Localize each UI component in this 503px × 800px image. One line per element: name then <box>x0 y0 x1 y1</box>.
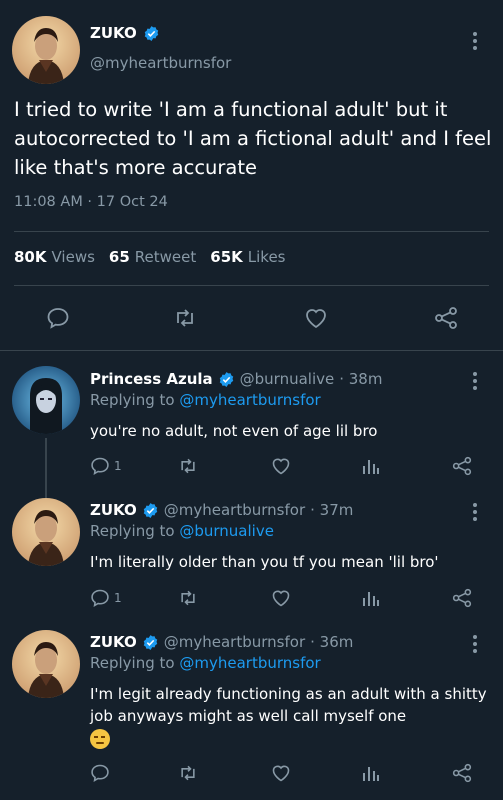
main-tweet: ZUKO @myheartburnsfor I tried to write '… <box>0 0 503 352</box>
reply-text-body: I'm legit already functioning as an adul… <box>90 685 487 725</box>
reply-time[interactable]: · 37m <box>310 501 353 519</box>
share-icon[interactable] <box>451 456 473 476</box>
retweet-icon[interactable] <box>177 763 199 783</box>
thread-line <box>45 438 47 498</box>
mention-link[interactable]: @burnualive <box>179 522 274 540</box>
replying-to: Replying to @myheartburnsfor <box>90 391 321 409</box>
replying-to: Replying to @myheartburnsfor <box>90 654 321 672</box>
like-icon[interactable] <box>270 588 292 608</box>
author-row: ZUKO @myheartburnsfor · 36m <box>90 633 353 651</box>
author-row: Princess Azula @burnualive · 38m <box>90 370 382 388</box>
mention-link[interactable]: @myheartburnsfor <box>179 391 320 409</box>
share-icon[interactable] <box>451 588 473 608</box>
tweet-actions <box>0 302 503 334</box>
reply-icon[interactable] <box>90 763 110 783</box>
reply-icon[interactable]: 1 <box>90 588 122 608</box>
author-name[interactable]: ZUKO <box>90 24 137 42</box>
avatar[interactable] <box>12 366 80 434</box>
verified-icon <box>143 634 157 650</box>
reply-icon[interactable]: 1 <box>90 456 122 476</box>
avatar[interactable] <box>12 16 80 84</box>
verified-icon <box>219 371 233 387</box>
retweet-stat[interactable]: 65 Retweet <box>109 248 196 266</box>
avatar[interactable] <box>12 630 80 698</box>
more-options-icon[interactable] <box>473 372 477 393</box>
reply-text: I'm literally older than you tf you mean… <box>90 553 439 571</box>
analytics-icon[interactable] <box>362 763 380 783</box>
author-handle[interactable]: @myheartburnsfor <box>164 633 305 651</box>
mention-link[interactable]: @myheartburnsfor <box>179 654 320 672</box>
likes-stat[interactable]: 65K Likes <box>210 248 285 266</box>
more-options-icon[interactable] <box>473 503 477 524</box>
author-name[interactable]: Princess Azula <box>90 370 213 388</box>
reply-time[interactable]: · 38m <box>339 370 382 388</box>
tweet-timestamp[interactable]: 11:08 AM · 17 Oct 24 <box>14 194 168 210</box>
unamused-face-icon <box>90 728 110 749</box>
views-stat[interactable]: 80K Views <box>14 248 95 266</box>
share-icon[interactable] <box>451 763 473 783</box>
like-icon[interactable] <box>303 306 329 330</box>
author-handle[interactable]: @myheartburnsfor <box>90 54 231 72</box>
more-options-icon[interactable] <box>473 32 477 53</box>
tweet-stats: 80K Views 65 Retweet 65K Likes <box>14 248 286 266</box>
like-icon[interactable] <box>270 763 292 783</box>
reply-text: I'm legit already functioning as an adul… <box>90 683 495 749</box>
author-row: ZUKO <box>90 24 160 42</box>
divider <box>14 285 489 286</box>
replying-to: Replying to @burnualive <box>90 522 274 540</box>
retweet-icon[interactable] <box>177 456 199 476</box>
reply-count: 1 <box>114 591 122 605</box>
verified-icon <box>144 25 158 41</box>
reply-time[interactable]: · 36m <box>310 633 353 651</box>
verified-icon <box>143 502 157 518</box>
analytics-icon[interactable] <box>362 456 380 476</box>
retweet-icon[interactable] <box>177 588 199 608</box>
tweet-text: I tried to write 'I am a functional adul… <box>14 98 492 179</box>
author-name[interactable]: ZUKO <box>90 633 137 651</box>
reply-text: you're no adult, not even of age lil bro <box>90 422 378 440</box>
avatar[interactable] <box>12 498 80 566</box>
author-row: ZUKO @myheartburnsfor · 37m <box>90 501 353 519</box>
author-handle[interactable]: @myheartburnsfor <box>164 501 305 519</box>
author-handle[interactable]: @burnualive <box>240 370 335 388</box>
divider <box>14 231 489 232</box>
reply-icon[interactable] <box>46 306 70 330</box>
author-name[interactable]: ZUKO <box>90 501 137 519</box>
divider <box>0 350 503 351</box>
share-icon[interactable] <box>433 306 459 330</box>
reply-count: 1 <box>114 459 122 473</box>
analytics-icon[interactable] <box>362 588 380 608</box>
retweet-icon[interactable] <box>172 306 198 330</box>
more-options-icon[interactable] <box>473 635 477 656</box>
like-icon[interactable] <box>270 456 292 476</box>
